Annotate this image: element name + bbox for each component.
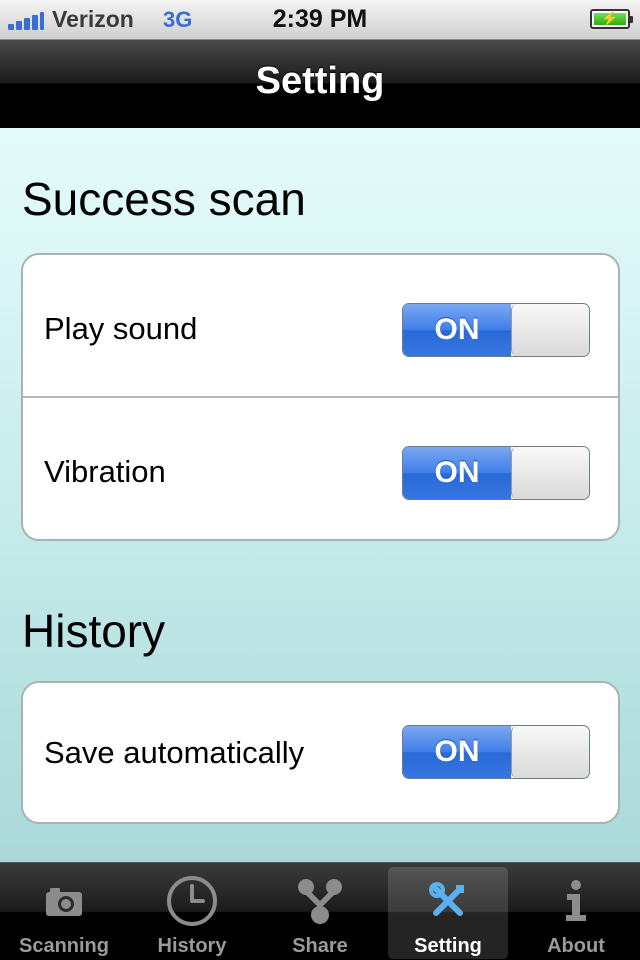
camera-icon xyxy=(46,888,82,916)
vibration-toggle[interactable]: ON xyxy=(402,446,590,500)
tab-label: Setting xyxy=(414,935,482,957)
play-sound-toggle[interactable]: ON xyxy=(402,303,590,357)
setting-label: Save automatically xyxy=(44,735,305,770)
toggle-state: ON xyxy=(403,447,511,499)
battery-charging-icon: ⚡ xyxy=(590,9,633,29)
setting-row-play-sound: Play sound ON xyxy=(23,255,618,398)
tab-scanning[interactable]: Scanning xyxy=(4,867,124,959)
tab-label: History xyxy=(157,935,227,957)
tab-label: Scanning xyxy=(18,935,109,957)
share-icon xyxy=(298,879,342,924)
setting-row-vibration: Vibration ON xyxy=(23,398,618,539)
toggle-state: ON xyxy=(403,304,511,356)
tab-label: About xyxy=(547,935,605,957)
setting-label: Vibration xyxy=(44,454,166,489)
section-title-history: History xyxy=(22,605,166,657)
settings-group-history: Save automatically ON xyxy=(21,681,620,824)
toggle-knob xyxy=(511,726,589,778)
settings-content[interactable]: Success scan Play sound ON Vibration ON … xyxy=(0,128,640,862)
settings-group-success-scan: Play sound ON Vibration ON xyxy=(21,253,620,541)
tab-about[interactable]: About xyxy=(516,867,636,959)
tab-history[interactable]: History xyxy=(132,867,252,959)
tab-label: Share xyxy=(292,935,348,957)
tools-icon xyxy=(429,882,464,916)
toggle-knob xyxy=(511,447,589,499)
setting-row-save-automatically: Save automatically ON xyxy=(23,683,618,822)
tab-share[interactable]: Share xyxy=(260,867,380,959)
save-automatically-toggle[interactable]: ON xyxy=(402,725,590,779)
navigation-bar: Setting xyxy=(0,40,640,128)
page-title: Setting xyxy=(255,60,385,102)
tab-bar: Scanning History Share Setting About xyxy=(0,862,640,960)
setting-label: Play sound xyxy=(44,311,198,346)
toggle-knob xyxy=(511,304,589,356)
info-icon xyxy=(566,880,586,921)
status-bar: Verizon 3G 2:39 PM ⚡ xyxy=(0,0,640,40)
section-title-success-scan: Success scan xyxy=(22,173,306,225)
clock-icon xyxy=(167,876,217,926)
tab-setting[interactable]: Setting xyxy=(388,867,508,959)
status-time: 2:39 PM xyxy=(272,5,368,33)
toggle-state: ON xyxy=(403,726,511,778)
